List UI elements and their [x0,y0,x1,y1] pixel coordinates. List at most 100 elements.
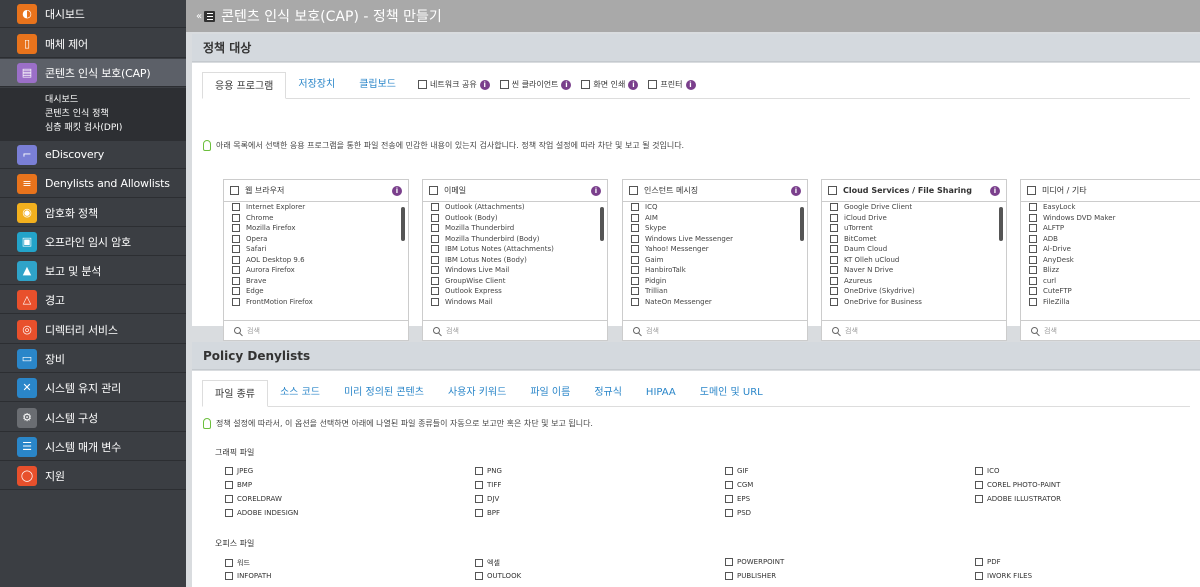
app-item[interactable]: AIM [623,213,807,224]
sidebar-subitem-1[interactable]: 콘텐츠 인식 정책 [45,106,109,119]
sidebar-item-8[interactable]: △ 경고 [0,286,186,314]
app-item[interactable]: Naver N Drive [822,265,1006,276]
app-item[interactable]: Mozilla Thunderbird [423,223,607,234]
checkbox[interactable] [431,276,439,285]
info-icon[interactable]: i [628,79,639,90]
checkbox[interactable] [975,558,983,566]
select-all-checkbox[interactable] [629,186,638,195]
checkbox[interactable] [431,255,439,264]
checkbox[interactable] [830,203,838,212]
checkbox[interactable] [725,509,733,517]
sidebar-item-0[interactable]: ◐ 대시보드 [0,0,186,28]
checkbox[interactable] [830,255,838,264]
checkbox[interactable] [232,287,240,296]
app-item[interactable]: GroupWise Client [423,276,607,287]
checkbox[interactable] [1029,224,1037,233]
checkbox[interactable] [1029,234,1037,243]
sidebar-item-7[interactable]: ▲ 보고 및 분석 [0,257,186,285]
checkbox[interactable] [725,558,733,566]
app-item[interactable]: Mozilla Thunderbird (Body) [423,234,607,245]
filetype-option[interactable]: GIF [725,467,749,475]
app-item[interactable]: IBM Lotus Notes (Attachments) [423,244,607,255]
checkbox[interactable] [232,276,240,285]
checkbox[interactable] [648,80,658,89]
app-item[interactable]: Azureus [822,276,1006,287]
checkbox[interactable] [1029,203,1037,212]
app-item[interactable]: Gaim [623,255,807,266]
filetype-option[interactable]: ADOBE INDESIGN [225,509,298,517]
checkbox[interactable] [499,80,509,89]
app-item[interactable]: Blizz [1021,265,1200,276]
app-item[interactable]: Outlook (Body) [423,213,607,224]
checkbox[interactable] [225,572,233,580]
sidebar-item-14[interactable]: ◯ 지원 [0,462,186,490]
app-item[interactable]: HanbiroTalk [623,265,807,276]
search-field[interactable]: 검색 [822,320,1006,340]
checkbox[interactable] [725,495,733,503]
checkbox[interactable] [725,572,733,580]
checkbox[interactable] [631,234,639,243]
app-item[interactable]: ICQ [623,202,807,213]
sidebar-item-10[interactable]: ▭ 장비 [0,345,186,373]
checkbox[interactable] [431,213,439,222]
filetype-option[interactable]: BMP [225,481,252,489]
app-item[interactable]: Opera [224,234,408,245]
checkbox[interactable] [475,467,483,475]
filetype-option[interactable]: COREL PHOTO-PAINT [975,481,1060,489]
search-field[interactable]: 검색 [1021,320,1200,340]
filetype-option[interactable]: INFOPATH [225,572,271,580]
filetype-option[interactable]: PUBLISHER [725,572,776,580]
app-item[interactable]: FileZilla [1021,297,1200,308]
sidebar-item-6[interactable]: ▣ 오프라인 임시 암호 [0,228,186,256]
select-all-checkbox[interactable] [230,186,239,195]
checkbox[interactable] [975,481,983,489]
info-icon[interactable]: i [791,186,801,196]
app-item[interactable]: Safari [224,244,408,255]
collapse-sidebar-icon[interactable]: « [196,11,202,22]
filetype-option[interactable]: PSD [725,509,751,517]
checkbox[interactable] [1029,287,1037,296]
option-2[interactable]: 화면 인쇄 i [581,71,639,98]
app-item[interactable]: Yahoo! Messenger [623,244,807,255]
app-item[interactable]: Pidgin [623,276,807,287]
app-item[interactable]: Internet Explorer [224,202,408,213]
app-item[interactable]: OneDrive for Business [822,297,1006,308]
app-item[interactable]: Edge [224,286,408,297]
scrollbar[interactable] [401,207,405,241]
checkbox[interactable] [431,245,439,254]
tab-denylist-5[interactable]: 정규식 [582,379,634,406]
app-item[interactable]: NateOn Messenger [623,297,807,308]
search-field[interactable]: 검색 [224,320,408,340]
filetype-option[interactable]: EPS [725,495,750,503]
filetype-option[interactable]: TIFF [475,481,501,489]
app-item[interactable]: EasyLock [1021,202,1200,213]
app-item[interactable]: Al-Drive [1021,244,1200,255]
filetype-option[interactable]: OUTLOOK [475,572,521,580]
filetype-option[interactable]: 워드 [225,558,250,568]
tab-denylist-4[interactable]: 파일 이름 [518,379,582,406]
tab-policy-target-2[interactable]: 클립보드 [347,71,408,98]
sidebar-subitem-2[interactable]: 심층 패킷 검사(DPI) [45,120,122,133]
checkbox[interactable] [631,276,639,285]
app-item[interactable]: iCloud Drive [822,213,1006,224]
search-field[interactable]: 검색 [423,320,607,340]
checkbox[interactable] [1029,297,1037,306]
search-field[interactable]: 검색 [623,320,807,340]
app-item[interactable]: IBM Lotus Notes (Body) [423,255,607,266]
sidebar-item-9[interactable]: ◎ 디렉터리 서비스 [0,316,186,344]
option-3[interactable]: 프린터 i [648,71,696,98]
checkbox[interactable] [830,297,838,306]
checkbox[interactable] [830,224,838,233]
checkbox[interactable] [225,509,233,517]
app-item[interactable]: Windows Live Messenger [623,234,807,245]
checkbox[interactable] [725,481,733,489]
checkbox[interactable] [581,80,591,89]
tab-denylist-6[interactable]: HIPAA [634,379,688,406]
scrollbar[interactable] [600,207,604,241]
sidebar-subitem-0[interactable]: 대시보드 [45,92,78,105]
tab-policy-target-0[interactable]: 응용 프로그램 [202,72,287,99]
info-icon[interactable]: i [591,186,601,196]
filetype-option[interactable]: IWORK FILES [975,572,1032,580]
checkbox[interactable] [232,203,240,212]
sidebar-item-13[interactable]: ☰ 시스템 매개 변수 [0,433,186,461]
